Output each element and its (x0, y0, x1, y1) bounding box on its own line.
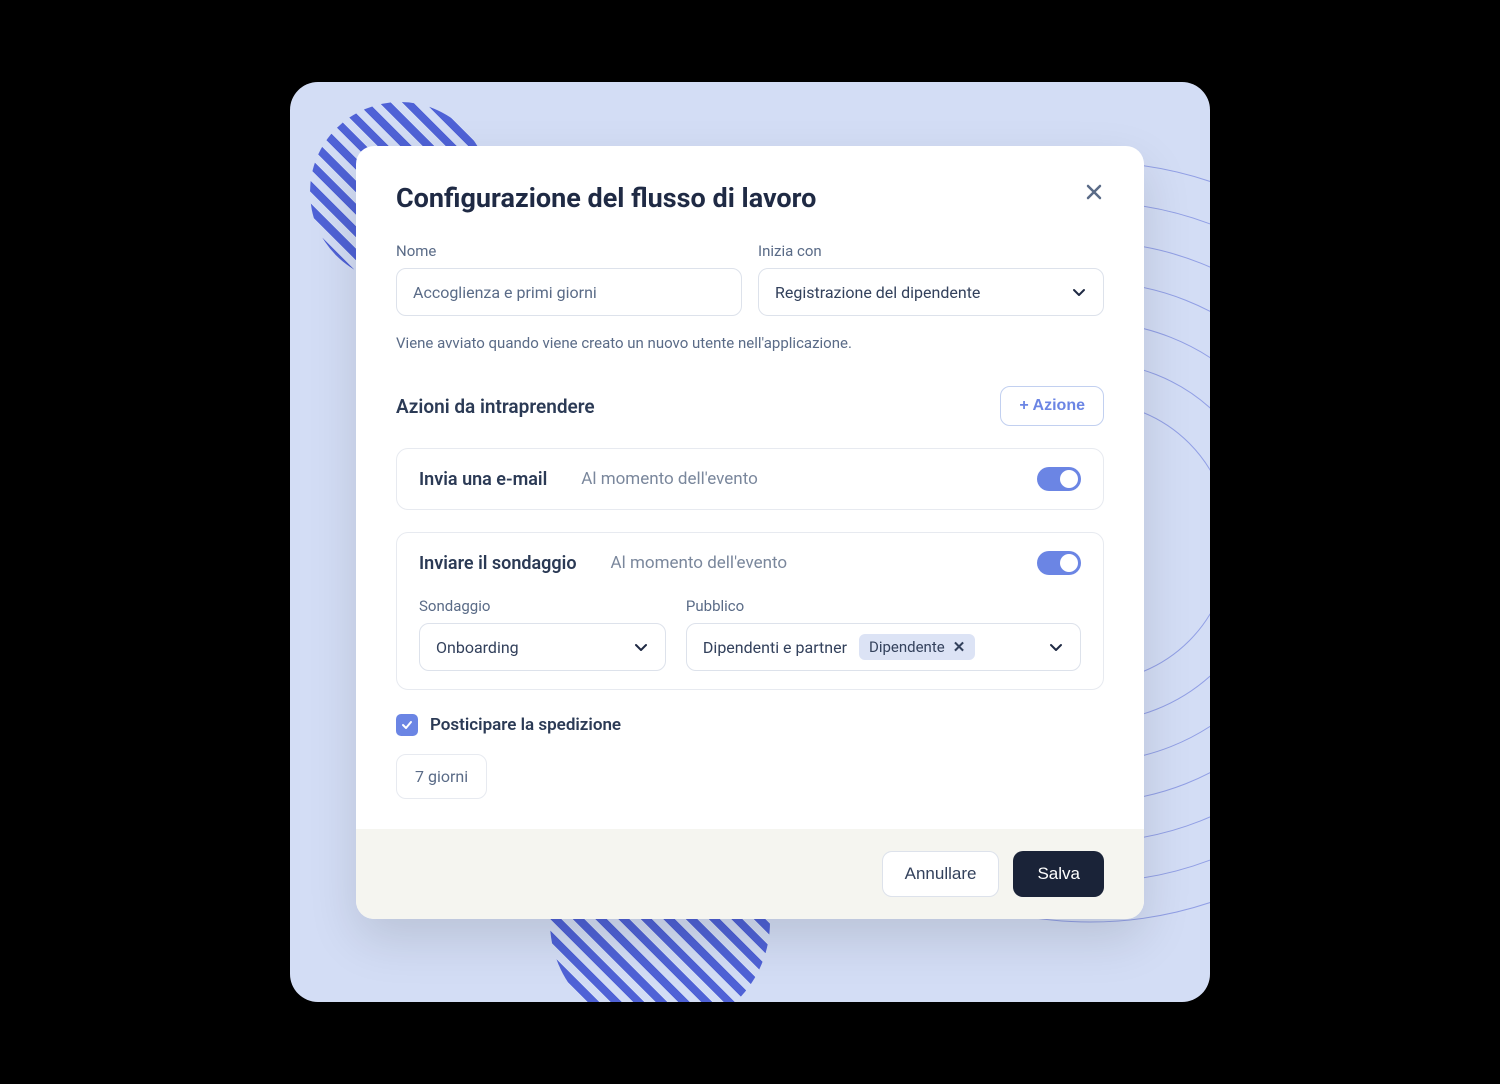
toggle-knob (1060, 470, 1078, 488)
close-button[interactable] (1084, 182, 1104, 205)
starts-with-value: Registrazione del dipendente (775, 283, 980, 302)
toggle-knob (1060, 554, 1078, 572)
chevron-down-icon (1048, 639, 1064, 655)
delay-value: 7 giorni (415, 767, 468, 786)
modal-title: Configurazione del flusso di lavoro (396, 182, 816, 214)
chevron-down-icon (633, 639, 649, 655)
action-toggle[interactable] (1037, 551, 1081, 575)
action-name: Inviare il sondaggio (419, 553, 577, 574)
action-timing: Al momento dell'evento (611, 553, 1003, 573)
postpone-label: Posticipare la spedizione (430, 715, 621, 735)
name-input[interactable]: Accoglienza e primi giorni (396, 268, 742, 316)
starts-with-select[interactable]: Registrazione del dipendente (758, 268, 1104, 316)
action-name: Invia una e-mail (419, 469, 547, 490)
chip-remove-icon[interactable]: ✕ (953, 638, 966, 656)
audience-text: Dipendenti e partner (703, 638, 847, 657)
helper-text: Viene avviato quando viene creato un nuo… (396, 334, 1104, 352)
cancel-button[interactable]: Annullare (882, 851, 1000, 897)
survey-label: Sondaggio (419, 597, 666, 615)
audience-select[interactable]: Dipendenti e partner Dipendente ✕ (686, 623, 1081, 671)
name-label: Nome (396, 242, 742, 260)
workflow-config-modal: Configurazione del flusso di lavoro Nome… (356, 146, 1144, 919)
survey-select[interactable]: Onboarding (419, 623, 666, 671)
close-icon (1084, 182, 1104, 202)
actions-section-title: Azioni da intraprendere (396, 395, 595, 418)
delay-input[interactable]: 7 giorni (396, 754, 487, 799)
audience-chip: Dipendente ✕ (859, 634, 975, 660)
check-icon (400, 718, 414, 732)
chip-label: Dipendente (869, 638, 945, 656)
action-card-survey: Inviare il sondaggio Al momento dell'eve… (396, 532, 1104, 690)
audience-label: Pubblico (686, 597, 1081, 615)
save-button[interactable]: Salva (1013, 851, 1104, 897)
chevron-down-icon (1071, 284, 1087, 300)
action-card-email: Invia una e-mail Al momento dell'evento (396, 448, 1104, 510)
modal-footer: Annullare Salva (356, 829, 1144, 919)
action-toggle[interactable] (1037, 467, 1081, 491)
starts-with-label: Inizia con (758, 242, 1104, 260)
action-timing: Al momento dell'evento (581, 469, 1003, 489)
postpone-checkbox[interactable] (396, 714, 418, 736)
page-background: Configurazione del flusso di lavoro Nome… (290, 82, 1210, 1002)
survey-value: Onboarding (436, 638, 519, 657)
add-action-button[interactable]: + Azione (1000, 386, 1104, 426)
name-value: Accoglienza e primi giorni (413, 283, 597, 302)
